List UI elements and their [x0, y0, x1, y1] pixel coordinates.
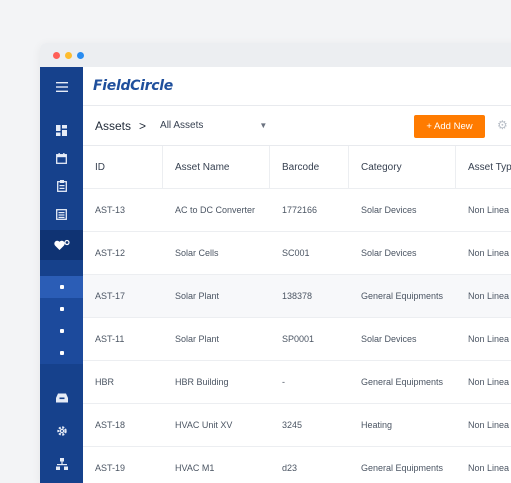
bullet-icon: [59, 285, 64, 289]
minimize-window-button[interactable]: [65, 51, 72, 59]
column-header-asset-name[interactable]: Asset Name: [163, 146, 270, 188]
table-row[interactable]: AST-13 AC to DC Converter 1772166 Solar …: [83, 189, 511, 232]
cell-barcode: 1772166: [282, 205, 318, 215]
cell-asset-name: Solar Cells: [175, 248, 219, 258]
cell-category: Solar Devices: [361, 334, 417, 344]
toolbar: Assets > All Assets ▼ + Add New ⚙: [83, 106, 511, 146]
cell-asset-type: Non Linea: [468, 463, 510, 473]
breadcrumb-root[interactable]: Assets: [95, 119, 131, 133]
column-header-id[interactable]: ID: [83, 146, 163, 188]
add-new-button[interactable]: + Add New: [414, 115, 485, 138]
dashboard-icon[interactable]: [40, 119, 83, 141]
inbox-icon[interactable]: [40, 387, 83, 409]
cell-asset-name: HVAC Unit XV: [175, 420, 233, 430]
sidebar: [40, 67, 83, 483]
cell-asset-type: Non Linea: [468, 420, 510, 430]
column-header-category[interactable]: Category: [349, 146, 456, 188]
window-titlebar: [40, 43, 511, 67]
cell-id: AST-11: [95, 334, 125, 344]
sidebar-subitem-4[interactable]: [40, 342, 83, 364]
cell-id: AST-19: [95, 463, 126, 473]
table-row[interactable]: AST-11 Solar Plant SP0001 Solar Devices …: [83, 318, 511, 361]
chevron-down-icon[interactable]: ▼: [259, 121, 267, 130]
list-icon[interactable]: [40, 203, 83, 225]
cell-asset-type: Non Linea: [468, 377, 510, 387]
breadcrumb-separator: >: [139, 118, 147, 133]
settings-icon[interactable]: [40, 420, 83, 442]
cell-asset-name: Solar Plant: [175, 334, 220, 344]
cell-barcode: -: [282, 377, 285, 387]
bullet-icon: [59, 351, 64, 355]
bullet-icon: [59, 307, 64, 311]
menu-icon[interactable]: [40, 76, 83, 98]
close-window-button[interactable]: [53, 51, 60, 59]
sidebar-subitem-1[interactable]: [40, 276, 83, 298]
cell-id: AST-12: [95, 248, 126, 258]
table-row[interactable]: AST-18 HVAC Unit XV 3245 Heating Non Lin…: [83, 404, 511, 447]
maximize-window-button[interactable]: [77, 51, 84, 59]
cell-id: HBR: [95, 377, 115, 387]
cell-barcode: 138378: [282, 291, 313, 301]
cell-category: Solar Devices: [361, 205, 417, 215]
top-bar: FieldCircle: [83, 67, 511, 106]
cell-category: General Equipments: [361, 291, 444, 301]
cell-barcode: d23: [282, 463, 298, 473]
cell-asset-type: Non Linea: [468, 248, 510, 258]
gear-icon[interactable]: ⚙: [497, 118, 508, 132]
cell-category: General Equipments: [361, 463, 444, 473]
app-logo[interactable]: FieldCircle: [93, 78, 173, 94]
cell-asset-name: AC to DC Converter: [175, 205, 256, 215]
view-selector[interactable]: All Assets: [160, 120, 203, 131]
bullet-icon: [59, 329, 64, 333]
clipboard-icon[interactable]: [40, 175, 83, 197]
cell-barcode: 3245: [282, 420, 303, 430]
cell-asset-name: HBR Building: [175, 377, 229, 387]
table-row[interactable]: AST-12 Solar Cells SC001 Solar Devices N…: [83, 232, 511, 275]
app-window: FieldCircle Assets > All Assets ▼ + Add …: [40, 43, 511, 483]
cell-id: AST-18: [95, 420, 126, 430]
cell-asset-type: Non Linea: [468, 334, 510, 344]
cell-id: AST-17: [95, 291, 126, 301]
cell-asset-type: Non Linea: [468, 291, 510, 301]
cell-barcode: SC001: [282, 248, 310, 258]
cell-asset-name: Solar Plant: [175, 291, 220, 301]
sidebar-subitem-3[interactable]: [40, 320, 83, 342]
column-header-asset-type[interactable]: Asset Typ: [456, 146, 511, 188]
assets-table: ID Asset Name Barcode Category Asset Typ…: [83, 146, 511, 483]
sidebar-subitem-2[interactable]: [40, 298, 83, 320]
cell-category: General Equipments: [361, 377, 444, 387]
table-row[interactable]: AST-19 HVAC M1 d23 General Equipments No…: [83, 447, 511, 483]
cell-asset-type: Non Linea: [468, 205, 510, 215]
cell-id: AST-13: [95, 205, 126, 215]
table-header: ID Asset Name Barcode Category Asset Typ: [83, 146, 511, 189]
cell-category: Solar Devices: [361, 248, 417, 258]
table-row[interactable]: HBR HBR Building - General Equipments No…: [83, 361, 511, 404]
column-header-barcode[interactable]: Barcode: [270, 146, 349, 188]
cell-barcode: SP0001: [282, 334, 315, 344]
calendar-icon[interactable]: [40, 147, 83, 169]
cell-asset-name: HVAC M1: [175, 463, 215, 473]
table-row[interactable]: AST-17 Solar Plant 138378 General Equipm…: [83, 275, 511, 318]
cell-category: Heating: [361, 420, 393, 430]
asset-heart-icon[interactable]: [40, 230, 83, 260]
